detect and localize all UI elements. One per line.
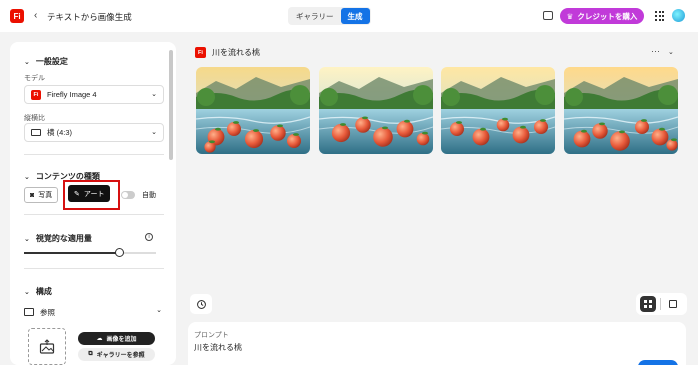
- reference-dropdown[interactable]: 参照 ⌄: [24, 304, 164, 320]
- prompt-label: プロンプト: [194, 332, 229, 339]
- highlight-annotation: [63, 180, 120, 210]
- camera-icon: ◙: [30, 191, 35, 199]
- slider-thumb[interactable]: [115, 248, 125, 257]
- grid-view-button[interactable]: [640, 296, 656, 312]
- visual-intensity-slider[interactable]: [24, 248, 156, 257]
- reference-image-icon: [24, 308, 34, 316]
- generation-header: Fi 川を流れる桃: [195, 47, 260, 58]
- apps-grid-icon[interactable]: [655, 11, 665, 21]
- chevron-down-icon: ⌄: [24, 58, 30, 66]
- prompt-panel: プロンプト 川を流れる桃: [188, 322, 686, 365]
- generated-image[interactable]: [564, 67, 678, 154]
- model-dropdown[interactable]: Fi Firefly Image 4 ⌄: [24, 85, 164, 104]
- generated-image[interactable]: [319, 67, 433, 154]
- panel-scrollbar[interactable]: [169, 50, 173, 160]
- generation-title: 川を流れる桃: [212, 48, 260, 57]
- avatar[interactable]: [672, 9, 685, 22]
- add-image-label: 画像を追加: [106, 337, 137, 343]
- add-image-button[interactable]: ☁ 画像を追加: [78, 332, 155, 345]
- grid-view-icon: [644, 300, 652, 308]
- single-view-icon: [669, 300, 677, 308]
- chevron-down-icon: ⌄: [24, 235, 30, 243]
- history-button[interactable]: [190, 294, 212, 314]
- gallery-icon: ⧉: [88, 351, 93, 357]
- content-type-photo-button[interactable]: ◙ 写真: [24, 187, 59, 203]
- image-upload-icon: [39, 338, 55, 354]
- feedback-icon[interactable]: [543, 11, 553, 20]
- visual-intensity-heading: 視覚的な適用量: [35, 234, 92, 243]
- tab-generate[interactable]: 生成: [340, 8, 370, 24]
- back-chevron-icon[interactable]: ‹: [34, 10, 37, 21]
- aspect-ratio-icon: [31, 129, 41, 136]
- divider: [24, 214, 164, 215]
- info-icon[interactable]: i: [145, 233, 153, 241]
- aspect-ratio-value: 横 (4:3): [47, 128, 73, 137]
- top-bar: Fi ‹ テキストから画像生成 ギャラリー 生成 ♛ クレジットを購入: [0, 0, 698, 32]
- generated-image[interactable]: [441, 67, 555, 154]
- chevron-down-icon: ⌄: [151, 91, 157, 98]
- prompt-input[interactable]: 川を流れる桃: [194, 342, 242, 353]
- buy-credits-button[interactable]: ♛ クレジットを購入: [560, 8, 644, 24]
- browse-gallery-label: ギャラリーを参照: [96, 353, 145, 359]
- slider-fill: [24, 252, 120, 254]
- generate-button[interactable]: [638, 360, 678, 365]
- firefly-model-icon: Fi: [31, 89, 41, 100]
- auto-toggle[interactable]: [121, 191, 135, 199]
- composition-heading: 構成: [35, 287, 52, 296]
- firefly-badge-icon: Fi: [195, 47, 206, 58]
- general-settings-heading: 一般設定: [35, 57, 68, 66]
- chevron-down-icon[interactable]: ⌄: [668, 48, 674, 56]
- upload-image-dropzone[interactable]: [28, 328, 66, 365]
- model-label: モデル: [24, 75, 45, 82]
- page-title: テキストから画像生成: [47, 12, 132, 22]
- divider: [24, 268, 164, 269]
- model-value: Firefly Image 4: [47, 90, 97, 99]
- view-toggle-group: [636, 293, 687, 315]
- chevron-down-icon: ⌄: [24, 288, 30, 296]
- firefly-logo[interactable]: Fi: [10, 9, 24, 23]
- mode-switch: ギャラリー 生成: [288, 7, 371, 25]
- general-settings-header[interactable]: ⌄ 一般設定: [24, 56, 68, 67]
- browse-gallery-button[interactable]: ⧉ ギャラリーを参照: [78, 348, 155, 361]
- tab-gallery[interactable]: ギャラリー: [289, 8, 341, 24]
- reference-label: 参照: [40, 307, 55, 317]
- composition-header[interactable]: ⌄ 構成: [24, 286, 52, 297]
- visual-intensity-header[interactable]: ⌄ 視覚的な適用量: [24, 233, 92, 244]
- cloud-upload-icon: ☁: [96, 336, 103, 342]
- auto-label: 自動: [142, 192, 156, 199]
- crown-icon: ♛: [566, 11, 574, 21]
- chevron-down-icon: ⌄: [151, 129, 157, 136]
- photo-label: 写真: [38, 192, 53, 199]
- divider: [24, 154, 164, 155]
- divider: [660, 298, 661, 310]
- aspect-ratio-dropdown[interactable]: 横 (4:3) ⌄: [24, 123, 164, 142]
- buy-credits-label: クレジットを購入: [577, 11, 638, 21]
- history-icon: [196, 299, 206, 309]
- chevron-down-icon: ⌄: [24, 173, 30, 181]
- chevron-down-icon: ⌄: [156, 307, 162, 314]
- aspect-ratio-label: 縦横比: [24, 115, 45, 122]
- single-view-button[interactable]: [665, 296, 681, 312]
- more-options-icon[interactable]: ···: [651, 46, 660, 56]
- generated-image[interactable]: [196, 67, 310, 154]
